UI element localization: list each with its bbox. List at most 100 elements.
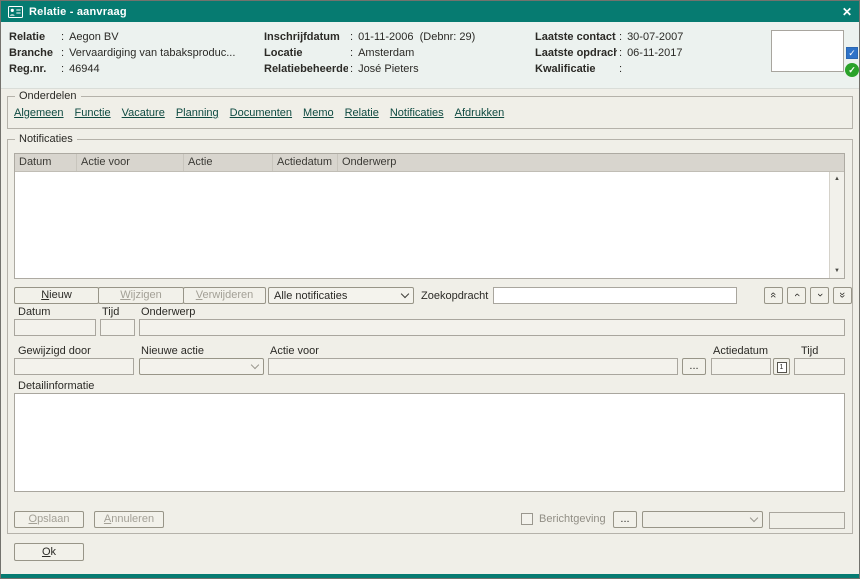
field-value: 01-11-2006 (Debnr: 29) [358,31,475,43]
titlebar[interactable]: Relatie - aanvraag ✕ [1,1,859,22]
tijd-input [100,319,135,336]
button-label: ieuw [49,289,72,301]
field-label: Laatste opdrach [535,47,617,59]
tab-memo[interactable]: Memo [303,107,334,119]
tab-notificaties[interactable]: Notificaties [390,107,444,119]
field-label: Branche [9,47,59,59]
separator-colon: : [617,31,627,43]
field-label: Relatie [9,31,59,43]
tab-vacature[interactable]: Vacature [122,107,165,119]
notification-filter-select[interactable]: Alle notificaties [268,287,414,304]
onderwerp-label: Onderwerp [141,306,195,318]
field-label: Inschrijfdatum [264,31,348,43]
scroll-up-icon[interactable]: ▲ [830,172,844,186]
close-icon[interactable]: ✕ [842,5,852,19]
separator-colon: : [348,63,358,75]
tab-documenten[interactable]: Documenten [230,107,292,119]
field-label: Locatie [264,47,348,59]
button-label-accel: O [29,513,38,525]
separator-colon: : [348,47,358,59]
tab-algemeen[interactable]: Algemeen [14,107,64,119]
date-picker-button[interactable]: 1 [773,358,790,375]
first-record-button[interactable]: « [764,287,783,304]
separator-colon: : [59,31,69,43]
selected-option: Alle notificaties [274,290,347,302]
nieuwe-actie-select [139,358,264,375]
tijd-input-2 [794,358,845,375]
berichtgeving-select [642,511,763,528]
header-row: Locatie:Amsterdam [264,45,475,61]
column-header-actie[interactable]: Actie [184,154,273,171]
header-column-1: Relatie:Aegon BV Branche:Vervaardiging v… [9,29,235,77]
ellipsis-icon: ... [689,360,698,372]
separator-colon: : [59,47,69,59]
tab-planning[interactable]: Planning [176,107,219,119]
field-value: 30-07-2007 [627,31,683,43]
field-label: Reg.nr. [9,63,59,75]
chevrons-down-icon: » [836,292,850,298]
datum-label: Datum [18,306,50,318]
button-label: erwijderen [202,289,253,301]
previous-record-button[interactable]: ‹ [787,287,806,304]
table-body[interactable] [15,172,829,278]
header-column-3: Laatste contact:30-07-2007 Laatste opdra… [535,29,683,77]
tab-afdrukken[interactable]: Afdrukken [455,107,505,119]
header-row: Laatste opdrach:06-11-2017 [535,45,683,61]
field-value: Amsterdam [358,47,414,59]
detailinformatie-label: Detailinformatie [18,380,94,392]
check-icon: ✓ [848,48,856,58]
annuleren-button: Annuleren [94,511,164,528]
column-header-datum[interactable]: Datum [15,154,77,171]
field-value: Aegon BV [69,31,119,43]
relatie-aanvraag-window: Relatie - aanvraag ✕ Relatie:Aegon BV Br… [0,0,860,579]
separator-colon: : [348,31,358,43]
opslaan-button: Opslaan [14,511,84,528]
scroll-down-icon[interactable]: ▼ [830,264,844,278]
gewijzigd-door-label: Gewijzigd door [18,345,91,357]
field-label: Kwalificatie [535,63,617,75]
table-scrollbar[interactable]: ▲ ▼ [829,172,844,278]
wijzigen-button: Wijzigen [98,287,184,304]
button-label-accel: W [120,289,130,301]
zoekopdracht-input[interactable] [493,287,737,304]
column-header-actie-voor[interactable]: Actie voor [77,154,184,171]
verwijderen-button: Verwijderen [183,287,266,304]
column-header-onderwerp[interactable]: Onderwerp [338,154,844,171]
onderwerp-input [139,319,845,336]
actiedatum-input [711,358,771,375]
column-header-actiedatum[interactable]: Actiedatum [273,154,338,171]
chevrons-up-icon: « [767,292,781,298]
actie-voor-browse-button[interactable]: ... [682,358,706,375]
berichtgeving-input [769,512,845,529]
table-header: Datum Actie voor Actie Actiedatum Onderw… [15,154,844,172]
detailinformatie-textarea[interactable] [14,393,845,492]
button-label: pslaan [37,513,69,525]
datum-input [14,319,96,336]
gewijzigd-door-input [14,358,134,375]
check-icon: ✓ [848,65,856,75]
button-label-accel: N [41,289,49,301]
tab-functie[interactable]: Functie [75,107,111,119]
last-record-button[interactable]: » [833,287,852,304]
chevron-down-icon [750,514,758,522]
header-checkbox[interactable]: ✓ [846,47,858,59]
field-value: 46944 [69,63,100,75]
header-row: Laatste contact:30-07-2007 [535,29,683,45]
nieuw-button[interactable]: Nieuw [14,287,99,304]
berichtgeving-browse-button[interactable]: ... [613,511,637,528]
onderdelen-tabs: Algemeen Functie Vacature Planning Docum… [14,107,504,119]
ok-button[interactable]: Ok [14,543,84,561]
actie-voor-input [268,358,678,375]
berichtgeving-label: Berichtgeving [539,513,606,525]
status-check-icon: ✓ [845,63,859,77]
relation-card-icon [8,6,23,18]
header-row: Relatiebeheerde:José Pieters [264,61,475,77]
separator-colon: : [59,63,69,75]
next-record-button[interactable]: › [810,287,829,304]
notificaties-group-label: Notificaties [15,133,77,146]
window-title: Relatie - aanvraag [29,6,127,18]
field-value: Vervaardiging van tabaksproduc... [69,47,235,59]
button-label: nnuleren [111,513,154,525]
header-row: Reg.nr.:46944 [9,61,235,77]
tab-relatie[interactable]: Relatie [345,107,379,119]
